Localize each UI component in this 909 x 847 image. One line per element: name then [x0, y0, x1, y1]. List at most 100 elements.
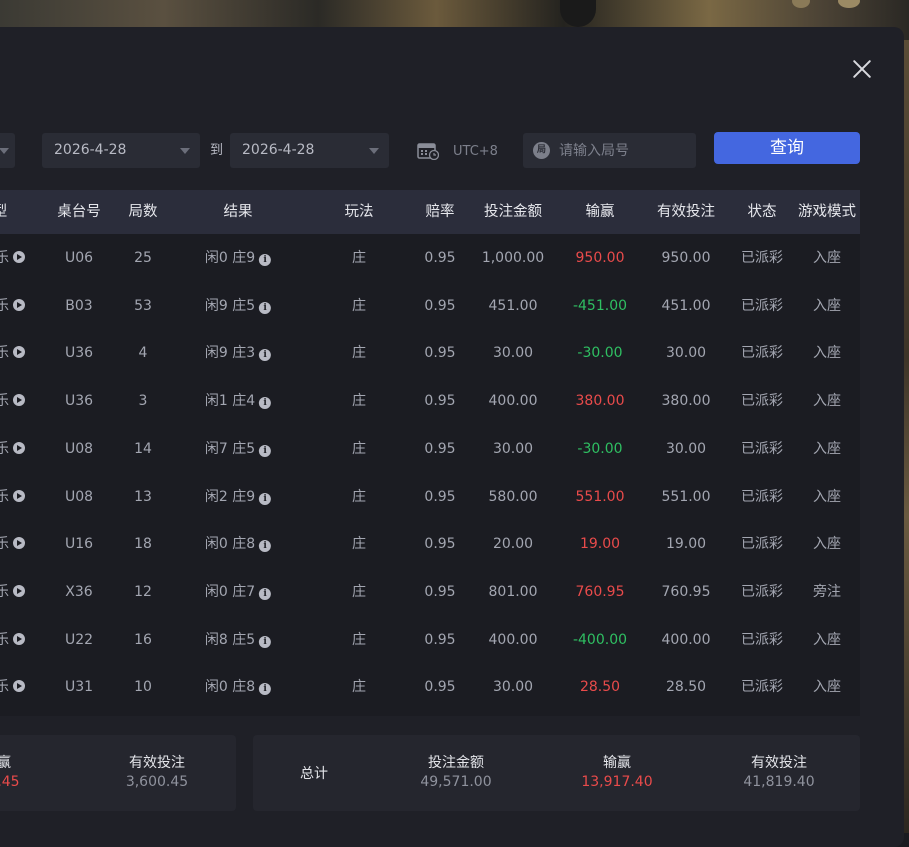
cell-table-no: U08	[64, 440, 94, 457]
chevron-down-icon	[369, 148, 379, 154]
cell-game-type[interactable]: 乐	[0, 234, 25, 282]
total-summary-title: 总计	[300, 766, 328, 782]
play-circle-icon[interactable]	[13, 298, 25, 311]
game-type-select[interactable]	[0, 133, 15, 168]
cell-status: 已派彩	[741, 536, 783, 553]
info-icon[interactable]: i	[259, 587, 272, 600]
cell-bet-amount: 30.00	[492, 679, 534, 696]
cell-valid-bet: 30.00	[665, 345, 707, 362]
header-odds: 赔率	[425, 204, 455, 220]
play-circle-icon[interactable]	[13, 251, 25, 263]
header-round-count: 局数	[128, 204, 158, 220]
total-valid-value: 41,819.40	[743, 774, 815, 790]
play-circle-icon[interactable]	[13, 632, 25, 645]
cell-table-no: U36	[64, 393, 94, 410]
header-table-no: 桌台号	[57, 204, 101, 220]
header-play: 玩法	[344, 204, 374, 220]
info-icon[interactable]: i	[259, 683, 272, 696]
play-circle-icon[interactable]	[13, 537, 25, 550]
start-date-select[interactable]: 2026-4-28	[42, 133, 200, 168]
cell-game-mode: 入座	[813, 345, 841, 362]
cell-result: 闲0 庄9 i	[204, 234, 272, 282]
calendar-clock-icon[interactable]	[417, 142, 439, 160]
play-circle-icon[interactable]	[13, 584, 25, 597]
cell-game-type[interactable]: 乐	[0, 473, 25, 521]
game-type-text: 乐	[0, 583, 9, 600]
page-summary-box: 赢 8.45 有效投注 3,600.45	[0, 735, 236, 811]
cell-status: 已派彩	[741, 393, 783, 410]
background-decoration	[838, 0, 860, 8]
info-icon[interactable]: i	[259, 397, 272, 410]
cell-valid-bet: 30.00	[665, 440, 707, 457]
cell-bet-amount: 580.00	[488, 488, 538, 505]
result-text: 闲9 庄3	[204, 345, 256, 362]
table-row: 乐 闲2 庄9 i U08 13 庄 0.95 580.00 551.00 551.00 已派彩 入座	[0, 473, 860, 521]
round-search-input[interactable]	[559, 133, 689, 168]
cell-play: 庄	[352, 345, 366, 362]
cell-round-count: 14	[134, 440, 152, 457]
cell-result: 闲7 庄5 i	[204, 425, 272, 473]
cell-game-type[interactable]: 乐	[0, 616, 25, 664]
result-text: 闲0 庄9	[204, 250, 256, 266]
cell-round-count: 25	[134, 250, 152, 266]
cell-win-loss: -30.00	[577, 440, 623, 457]
cell-status: 已派彩	[741, 583, 783, 600]
info-icon[interactable]: i	[259, 444, 272, 457]
chevron-down-icon	[0, 148, 9, 154]
info-icon[interactable]: i	[259, 540, 272, 553]
info-icon[interactable]: i	[259, 492, 272, 505]
info-icon[interactable]: i	[259, 254, 272, 266]
play-circle-icon[interactable]	[13, 680, 25, 693]
cell-game-type[interactable]: 乐	[0, 377, 25, 425]
info-icon[interactable]: i	[259, 301, 272, 314]
result-text: 闲0 庄8	[204, 536, 256, 553]
start-date-value: 2026-4-28	[54, 142, 127, 158]
query-button[interactable]: 查询	[714, 132, 860, 164]
header-game-type: 型	[0, 190, 7, 234]
cell-odds: 0.95	[424, 297, 456, 314]
total-win-label: 输赢	[603, 755, 631, 771]
cell-game-type[interactable]: 乐	[0, 568, 25, 616]
cell-valid-bet: 950.00	[661, 250, 711, 266]
cell-status: 已派彩	[741, 440, 783, 457]
cell-round-count: 16	[134, 631, 152, 648]
cell-game-type[interactable]: 乐	[0, 520, 25, 568]
cell-play: 庄	[352, 536, 366, 553]
header-bet-amount: 投注金额	[484, 204, 542, 220]
info-icon[interactable]: i	[259, 635, 272, 648]
game-type-text: 乐	[0, 631, 9, 648]
cell-win-loss: 19.00	[579, 536, 621, 553]
table-header-row: 型 桌台号 局数 结果 玩法 赔率 投注金额 输赢 有效投注 状态 游戏模式	[0, 190, 860, 234]
play-circle-icon[interactable]	[13, 394, 25, 407]
result-text: 闲2 庄9	[204, 488, 256, 505]
cell-game-type[interactable]: 乐	[0, 663, 25, 711]
play-circle-icon[interactable]	[13, 441, 25, 454]
cell-bet-amount: 400.00	[488, 631, 538, 648]
cell-game-mode: 入座	[813, 250, 841, 266]
game-type-text: 乐	[0, 679, 9, 696]
cell-play: 庄	[352, 679, 366, 696]
cell-game-type[interactable]: 乐	[0, 329, 25, 377]
table-row: 乐 闲0 庄7 i X36 12 庄 0.95 801.00 760.95 760.95 已派彩 旁注	[0, 568, 860, 616]
page-summary-win-value: 8.45	[0, 774, 20, 790]
cell-table-no: U31	[64, 679, 94, 696]
header-result: 结果	[223, 204, 253, 220]
cell-round-count: 12	[134, 583, 152, 600]
table-row: 乐 闲7 庄5 i U08 14 庄 0.95 30.00 -30.00 30.00 已派彩 入座	[0, 425, 860, 473]
cell-round-count: 3	[138, 393, 148, 410]
close-icon[interactable]	[850, 57, 874, 81]
cell-game-type[interactable]: 乐	[0, 282, 25, 330]
info-icon[interactable]: i	[259, 349, 272, 362]
cell-odds: 0.95	[424, 536, 456, 553]
result-text: 闲7 庄5	[204, 440, 256, 457]
round-search-field[interactable]: 局	[523, 133, 696, 168]
game-type-text: 乐	[0, 297, 9, 314]
cell-game-mode: 旁注	[813, 583, 841, 600]
play-circle-icon[interactable]	[13, 346, 25, 359]
play-circle-icon[interactable]	[13, 489, 25, 502]
end-date-select[interactable]: 2026-4-28	[230, 133, 389, 168]
cell-valid-bet: 451.00	[661, 297, 711, 314]
cell-game-type[interactable]: 乐	[0, 425, 25, 473]
header-win-loss: 输赢	[585, 204, 615, 220]
cell-table-no: U22	[64, 631, 94, 648]
